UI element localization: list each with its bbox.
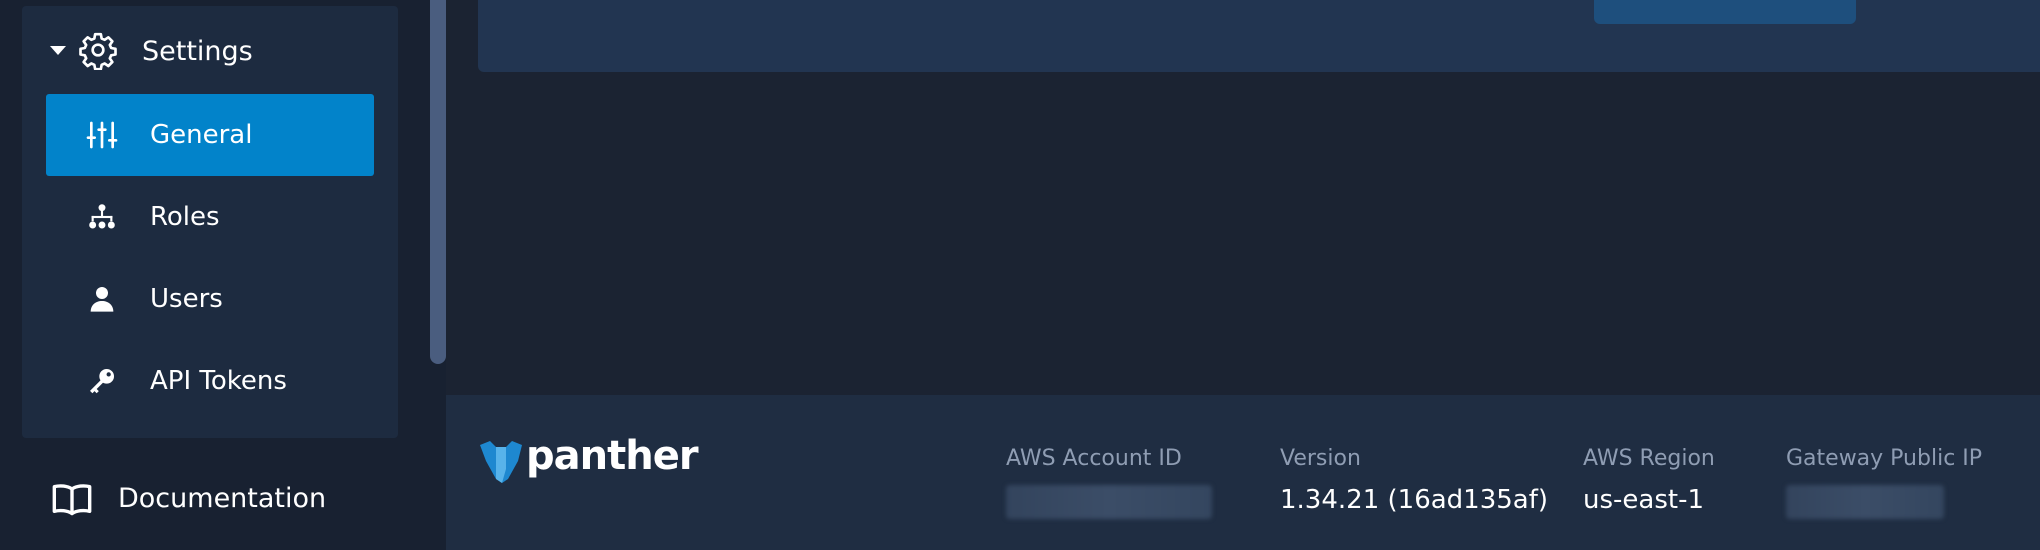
- sidebar-item-roles[interactable]: Roles: [46, 176, 374, 258]
- footer: panther AWS Account ID Version 1.34.21 (…: [446, 395, 2040, 550]
- settings-section-toggle[interactable]: Settings: [22, 6, 398, 94]
- version-value: 1.34.21 (16ad135af): [1280, 485, 1549, 515]
- sidebar-scrollbar-thumb[interactable]: [430, 0, 446, 364]
- sidebar-item-general[interactable]: General: [46, 94, 374, 176]
- documentation-link[interactable]: Documentation: [52, 478, 392, 522]
- gateway-ip-info: Gateway Public IP: [1786, 445, 1982, 519]
- logo-wordmark: panther: [526, 433, 699, 479]
- aws-account-id-info: AWS Account ID: [1006, 445, 1212, 519]
- settings-label: Settings: [142, 36, 253, 67]
- panther-head-icon: [480, 441, 522, 483]
- version-label: Version: [1280, 446, 1361, 471]
- sidebar-item-label: Roles: [150, 202, 220, 232]
- aws-region-info: AWS Region us-east-1: [1583, 445, 1715, 517]
- card-action-button[interactable]: [1594, 0, 1856, 24]
- aws-account-id-label: AWS Account ID: [1006, 446, 1182, 471]
- gear-icon: [78, 30, 118, 71]
- hierarchy-icon: [86, 201, 118, 233]
- caret-down-icon: [50, 46, 66, 55]
- sidebar-item-label: Users: [150, 284, 223, 314]
- sliders-icon: [86, 119, 118, 151]
- version-info: Version 1.34.21 (16ad135af): [1280, 445, 1548, 517]
- user-icon: [86, 283, 118, 315]
- gateway-ip-value: [1786, 485, 1944, 519]
- sidebar-item-label: API Tokens: [150, 366, 287, 396]
- documentation-label: Documentation: [118, 483, 327, 514]
- sidebar-item-api-tokens[interactable]: API Tokens: [46, 340, 374, 422]
- aws-region-value: us-east-1: [1583, 485, 1704, 515]
- gateway-ip-label: Gateway Public IP: [1786, 446, 1983, 471]
- main-content: [446, 0, 2040, 395]
- sidebar-item-users[interactable]: Users: [46, 258, 374, 340]
- key-icon: [86, 365, 118, 397]
- aws-region-label: AWS Region: [1583, 446, 1715, 471]
- settings-panel: Settings General Roles Users API Tokens: [22, 6, 398, 438]
- sidebar: Settings General Roles Users API Tokens …: [0, 0, 446, 550]
- sidebar-item-label: General: [150, 120, 253, 150]
- content-card: [478, 0, 2040, 72]
- book-icon: [52, 482, 92, 518]
- aws-account-id-value: [1006, 485, 1212, 519]
